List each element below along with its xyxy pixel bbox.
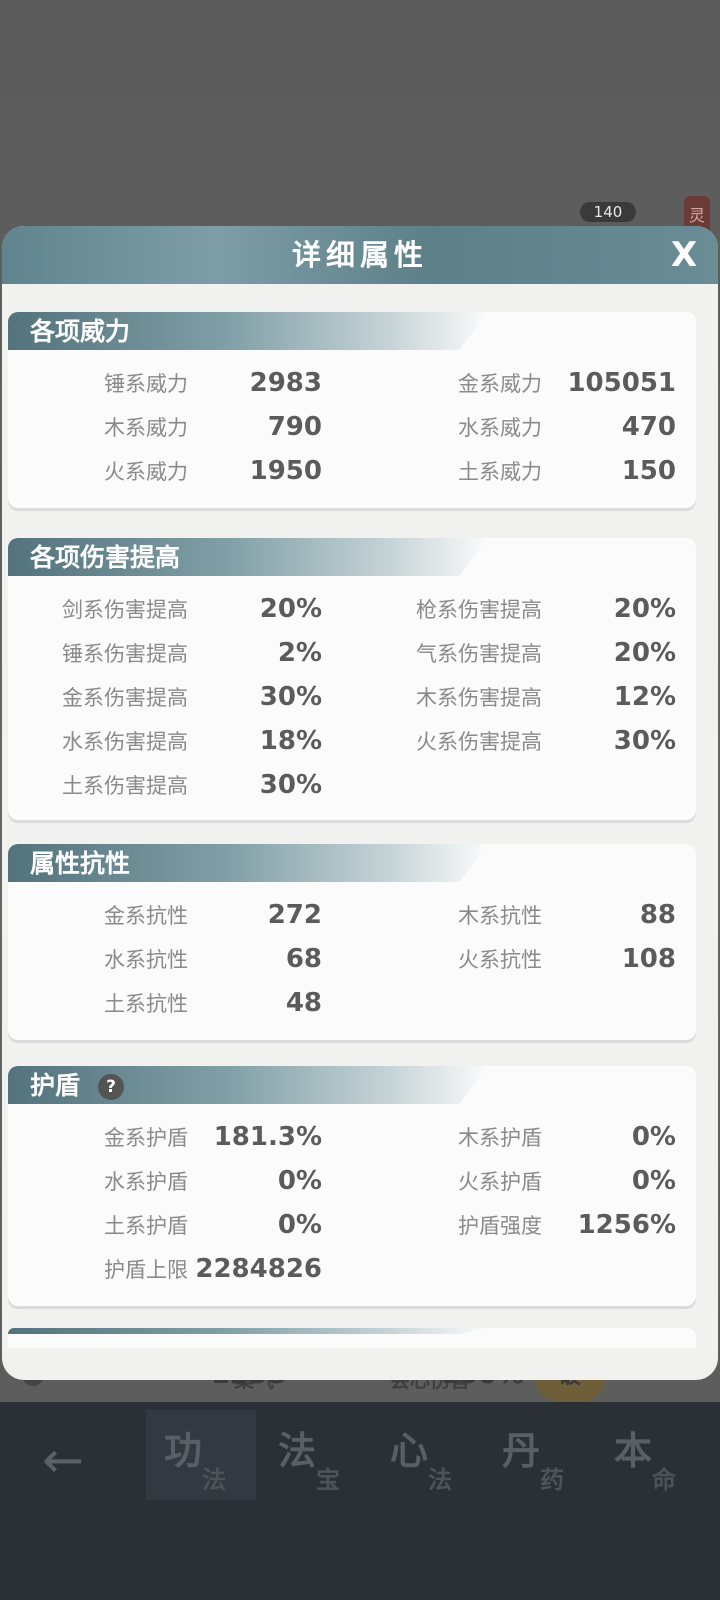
stat-value: 1256%	[577, 1210, 676, 1240]
stat-label: 土系抗性	[104, 992, 188, 1016]
next-section-peek	[8, 1328, 696, 1348]
stat-label: 木系威力	[104, 416, 188, 440]
stat-value: 105051	[567, 368, 676, 398]
stat-label: 枪系伤害提高	[416, 598, 542, 622]
tab-fabao[interactable]: 法 宝	[260, 1410, 370, 1500]
stat-label: 土系伤害提高	[62, 774, 188, 798]
stat-value: 30%	[259, 682, 322, 712]
stat-label: 火系护盾	[458, 1170, 542, 1194]
stat-label: 护盾强度	[458, 1214, 542, 1238]
tab-benming-big: 本	[614, 1429, 653, 1473]
stat-label: 金系伤害提高	[62, 686, 188, 710]
stat-label: 锤系威力	[104, 372, 188, 396]
stat-label: 水系威力	[458, 416, 542, 440]
stat-value: 0%	[631, 1166, 676, 1196]
tab-xinfa-small: 法	[428, 1466, 452, 1494]
tab-fabao-big: 法	[278, 1429, 317, 1473]
tab-xinfa[interactable]: 心 法	[372, 1410, 482, 1500]
stat-value: 1950	[249, 456, 322, 486]
tab-gongfa[interactable]: 功 法	[146, 1410, 256, 1500]
stat-label: 土系威力	[458, 460, 542, 484]
stat-label: 气系伤害提高	[416, 642, 542, 666]
tab-fabao-small: 宝	[316, 1466, 340, 1494]
stat-value: 272	[267, 900, 322, 930]
section-damage-boost: 各项伤害提高 剑系伤害提高 20% 枪系伤害提高 20% 锤系伤害提高 2% 气…	[8, 538, 696, 820]
section-title: 护盾	[30, 1071, 81, 1100]
shield-help-icon[interactable]: ?	[98, 1074, 124, 1100]
stat-label: 锤系伤害提高	[62, 642, 188, 666]
stat-label: 木系护盾	[458, 1126, 542, 1150]
stat-value: 2%	[277, 638, 322, 668]
stat-label: 剑系伤害提高	[62, 598, 188, 622]
tab-danyao-small: 药	[540, 1466, 564, 1494]
back-arrow-icon[interactable]: ←	[28, 1430, 98, 1490]
section-resistance: 属性抗性 金系抗性 272 木系抗性 88 水系抗性 68 火系抗性 108 土…	[8, 844, 696, 1040]
tab-gongfa-big: 功	[164, 1429, 203, 1473]
tab-benming[interactable]: 本 命	[596, 1410, 706, 1500]
stat-label: 火系威力	[104, 460, 188, 484]
stat-value: 790	[267, 412, 322, 442]
stat-value: 181.3%	[213, 1122, 322, 1152]
stat-label: 火系伤害提高	[416, 730, 542, 754]
stat-label: 金系抗性	[104, 904, 188, 928]
stat-value: 2284826	[195, 1254, 322, 1284]
stat-value: 48	[285, 988, 322, 1018]
stat-value: 0%	[631, 1122, 676, 1152]
section-shield: 护盾 ? 金系护盾 181.3% 木系护盾 0% 水系护盾 0% 火系护盾 0%…	[8, 1066, 696, 1306]
stat-value: 20%	[613, 594, 676, 624]
stat-value: 2983	[249, 368, 322, 398]
section-title: 属性抗性	[30, 849, 131, 878]
stat-value: 470	[621, 412, 676, 442]
stat-label: 水系护盾	[104, 1170, 188, 1194]
tab-danyao[interactable]: 丹 药	[484, 1410, 594, 1500]
stat-label: 火系抗性	[458, 948, 542, 972]
stat-value: 12%	[613, 682, 676, 712]
attribute-detail-dialog: 详细属性 X 各项威力 锤系威力 2983 金系威力 105051 木系威力 7…	[2, 226, 718, 1380]
stat-label: 木系抗性	[458, 904, 542, 928]
stat-value: 30%	[613, 726, 676, 756]
tab-benming-small: 命	[652, 1466, 676, 1494]
tab-danyao-big: 丹	[502, 1429, 541, 1473]
stat-label: 水系抗性	[104, 948, 188, 972]
tab-xinfa-big: 心	[390, 1429, 429, 1473]
tab-gongfa-small: 法	[202, 1466, 226, 1494]
stat-label: 金系护盾	[104, 1126, 188, 1150]
stat-value: 88	[639, 900, 676, 930]
stat-value: 0%	[277, 1166, 322, 1196]
stat-label: 土系护盾	[104, 1214, 188, 1238]
section-title: 各项威力	[30, 317, 131, 346]
section-power: 各项威力 锤系威力 2983 金系威力 105051 木系威力 790 水系威力…	[8, 312, 696, 508]
stat-label: 木系伤害提高	[416, 686, 542, 710]
stat-label: 金系威力	[458, 372, 542, 396]
attribute-scroll-area[interactable]: 各项威力 锤系威力 2983 金系威力 105051 木系威力 790 水系威力…	[2, 284, 718, 1380]
stat-value: 68	[285, 944, 322, 974]
stat-value: 30%	[259, 770, 322, 800]
bottom-nav: ← 功 法 法 宝 心 法 丹 药 本 命	[0, 1402, 720, 1600]
stat-value: 150	[621, 456, 676, 486]
stat-value: 0%	[277, 1210, 322, 1240]
stat-value: 20%	[259, 594, 322, 624]
stat-label: 水系伤害提高	[62, 730, 188, 754]
stat-label: 护盾上限	[104, 1258, 188, 1282]
stat-value: 20%	[613, 638, 676, 668]
stat-value: 108	[621, 944, 676, 974]
section-header	[8, 1328, 488, 1334]
level-badge: 140	[580, 202, 636, 222]
stat-value: 18%	[259, 726, 322, 756]
close-button[interactable]: X	[664, 234, 704, 276]
dialog-title: 详细属性	[291, 238, 428, 272]
section-title: 各项伤害提高	[30, 543, 181, 572]
